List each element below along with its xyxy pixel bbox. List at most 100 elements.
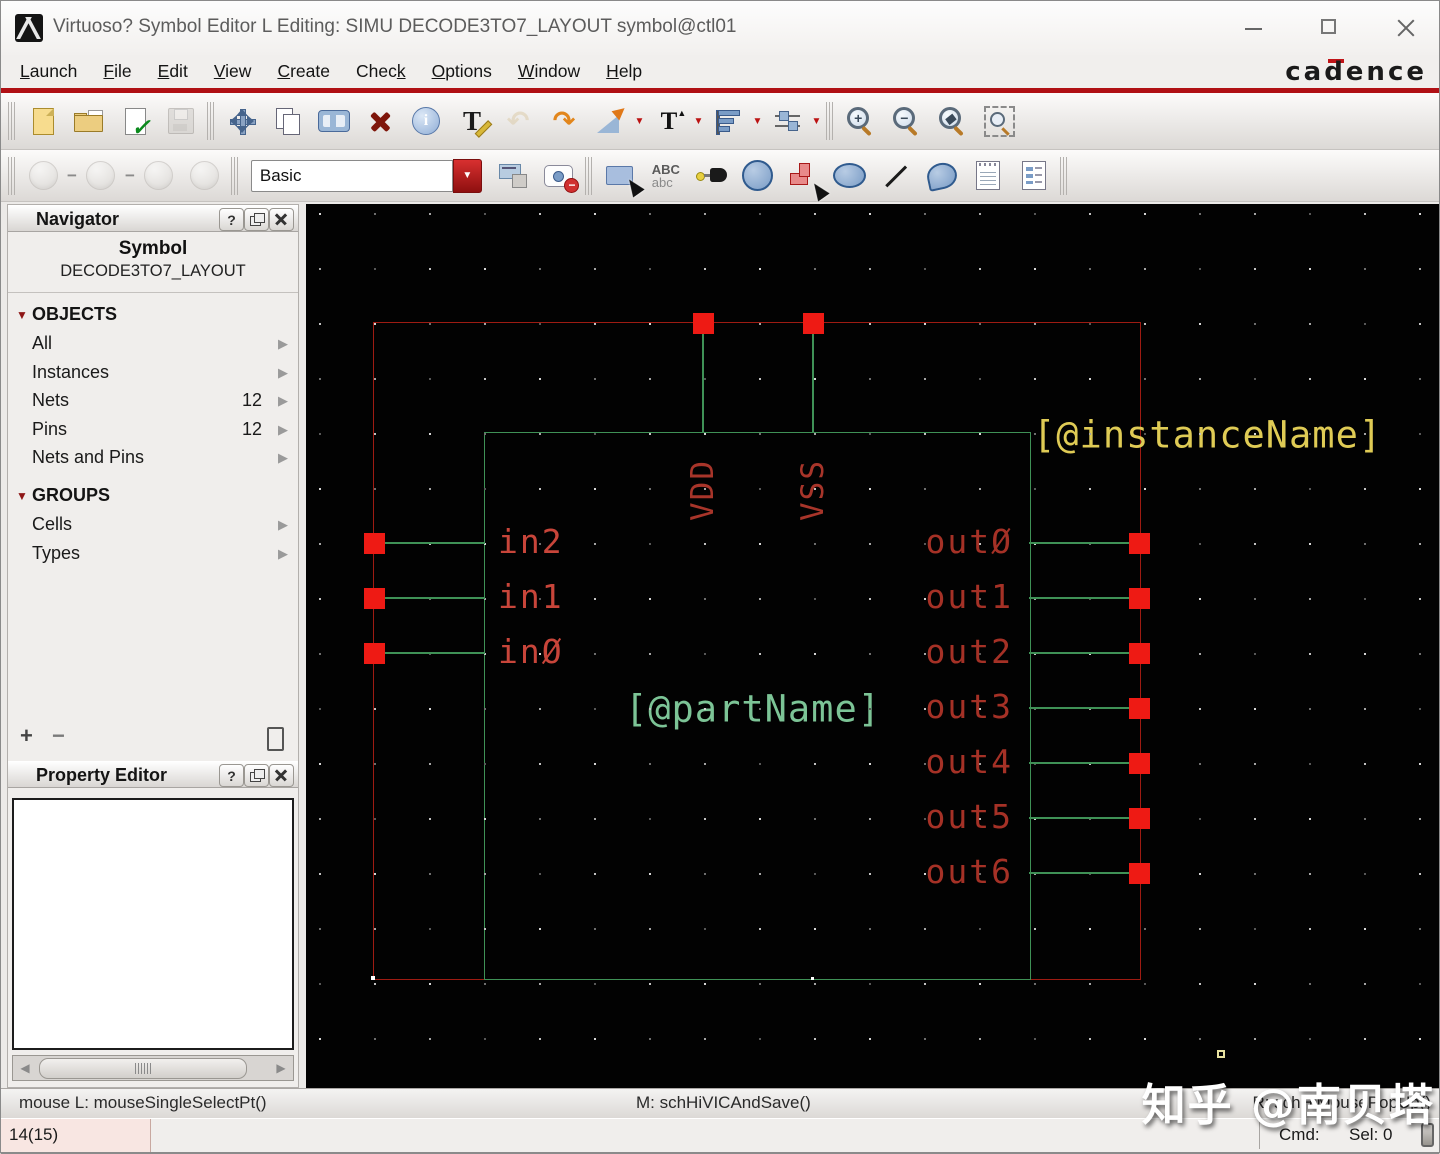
text-display-button-dropdown[interactable]: ▼ <box>692 116 705 127</box>
minimize-button[interactable] <box>1241 17 1267 39</box>
pin-in2[interactable] <box>363 532 385 554</box>
tree-item-expand-icon[interactable]: ▶ <box>278 450 288 466</box>
properties-button[interactable]: i <box>404 98 448 144</box>
pin-label-out4[interactable]: out4 <box>826 742 1013 781</box>
view-back-button[interactable] <box>21 153 65 199</box>
text-display-button[interactable]: T ▲ <box>647 98 691 144</box>
edit-labels-button[interactable]: T <box>450 98 494 144</box>
property-editor-header[interactable]: Property Editor ? <box>8 761 298 788</box>
open-button[interactable] <box>67 98 111 144</box>
pin-tool-button[interactable] <box>690 153 734 199</box>
zoom-out-button[interactable]: − <box>885 98 929 144</box>
note-tool-button[interactable] <box>966 153 1010 199</box>
tree-section-objects[interactable]: ▼ OBJECTS <box>8 302 298 329</box>
menu-help[interactable]: Help <box>593 61 655 82</box>
pin-label-vss[interactable]: VSS <box>795 459 831 521</box>
stretch-button[interactable] <box>312 98 356 144</box>
tree-item-expand-icon[interactable]: ▶ <box>278 546 288 562</box>
pin-label-in1[interactable]: in1 <box>498 577 564 616</box>
close-button[interactable] <box>1393 17 1419 39</box>
move-button[interactable] <box>220 98 264 144</box>
zoom-in-button[interactable]: + <box>839 98 883 144</box>
pin-vdd[interactable] <box>692 312 714 334</box>
pin-label-out5[interactable]: out5 <box>826 797 1013 836</box>
view-forward-button[interactable] <box>79 153 123 199</box>
navigator-help-button[interactable]: ? <box>219 208 244 231</box>
tree-item-pins[interactable]: Pins 12 ▶ <box>8 416 298 443</box>
property-editor-float-button[interactable] <box>244 764 269 787</box>
mode-combobox[interactable]: Basic ▼ <box>250 158 482 193</box>
property-editor-help-button[interactable]: ? <box>219 764 244 787</box>
tree-item-all[interactable]: All ▶ <box>8 330 298 357</box>
pin-label-in2[interactable]: in2 <box>498 522 564 561</box>
arc-tool-button[interactable] <box>920 153 964 199</box>
undo-button[interactable]: ↶ <box>496 98 540 144</box>
distribute-button[interactable] <box>765 98 809 144</box>
pin-label-out1[interactable]: out1 <box>826 577 1013 616</box>
tree-item-nets-and-pins[interactable]: Nets and Pins ▶ <box>8 444 298 471</box>
pin-in1[interactable] <box>363 587 385 609</box>
delete-button[interactable] <box>358 98 402 144</box>
distribute-button-dropdown[interactable]: ▼ <box>810 116 823 127</box>
menu-file[interactable]: File <box>90 61 144 82</box>
view-refresh-button[interactable] <box>183 153 227 199</box>
tree-item-nets[interactable]: Nets 12 ▶ <box>8 387 298 414</box>
tree-item-expand-icon[interactable]: ▶ <box>278 365 288 381</box>
zoom-to-selected-button[interactable] <box>588 98 632 144</box>
copy-button[interactable] <box>266 98 310 144</box>
pin-out2[interactable] <box>1128 642 1150 664</box>
pin-out3[interactable] <box>1128 697 1150 719</box>
label-tool-button[interactable]: ABC abc <box>644 153 688 199</box>
report-tool-button[interactable] <box>1012 153 1056 199</box>
align-button-dropdown[interactable]: ▼ <box>751 116 764 127</box>
pin-out4[interactable] <box>1128 752 1150 774</box>
tree-item-instances[interactable]: Instances ▶ <box>8 359 298 386</box>
pin-label-in0[interactable]: inØ <box>498 632 564 671</box>
tree-item-expand-icon[interactable]: ▶ <box>278 422 288 438</box>
section-collapse-icon[interactable]: ▼ <box>16 489 28 503</box>
symbol-canvas[interactable]: [@partName] [@instanceName] in2 in1 inØ out… <box>306 204 1439 1088</box>
menu-window[interactable]: Window <box>505 61 593 82</box>
pin-label-out0[interactable]: outØ <box>826 522 1013 561</box>
circle-tool-button[interactable] <box>736 153 780 199</box>
property-editor-content[interactable] <box>12 798 294 1050</box>
navigator-header[interactable]: Navigator ? <box>8 205 298 232</box>
pin-out1[interactable] <box>1128 587 1150 609</box>
section-collapse-icon[interactable]: ▼ <box>16 308 28 322</box>
pin-out6[interactable] <box>1128 862 1150 884</box>
zoom-fit-button[interactable] <box>977 98 1021 144</box>
menu-options[interactable]: Options <box>419 61 505 82</box>
horizontal-scrollbar[interactable]: ◀ ▶ <box>12 1055 294 1081</box>
hide-objects-button[interactable]: − <box>537 153 581 199</box>
scroll-left-button[interactable]: ◀ <box>14 1057 36 1079</box>
tree-item-types[interactable]: Types ▶ <box>8 540 298 567</box>
pin-out5[interactable] <box>1128 807 1150 829</box>
add-filter-button[interactable]: + <box>20 723 33 749</box>
scroll-right-button[interactable]: ▶ <box>270 1057 292 1079</box>
navigator-close-button[interactable] <box>269 208 294 231</box>
pin-in0[interactable] <box>363 642 385 664</box>
check-and-save-button[interactable]: ✓ <box>113 98 157 144</box>
combobox-dropdown-button[interactable]: ▼ <box>452 158 482 193</box>
tree-item-expand-icon[interactable]: ▶ <box>278 517 288 533</box>
selection-tool-button[interactable] <box>598 153 645 199</box>
align-button[interactable] <box>706 98 750 144</box>
scrollbar-thumb[interactable] <box>39 1058 247 1079</box>
zoom-to-selected-button-dropdown[interactable]: ▼ <box>633 116 646 127</box>
tree-item-expand-icon[interactable]: ▶ <box>278 393 288 409</box>
menu-view[interactable]: View <box>201 61 265 82</box>
pin-vss[interactable] <box>802 312 824 334</box>
new-file-button[interactable] <box>21 98 65 144</box>
redo-button[interactable]: ↷ <box>542 98 586 144</box>
remove-filter-button[interactable]: − <box>52 723 65 749</box>
instance-name-label[interactable]: [@instanceName] <box>1033 414 1382 457</box>
tree-item-cells[interactable]: Cells ▶ <box>8 511 298 538</box>
maximize-button[interactable] <box>1317 17 1343 39</box>
menu-check[interactable]: Check <box>343 61 419 82</box>
tree-section-groups[interactable]: ▼ GROUPS <box>8 483 298 510</box>
menu-launch[interactable]: Launch <box>7 61 90 82</box>
view-up-button[interactable] <box>137 153 181 199</box>
property-editor-close-button[interactable] <box>269 764 294 787</box>
menu-edit[interactable]: Edit <box>145 61 201 82</box>
line-tool-button[interactable] <box>874 153 918 199</box>
